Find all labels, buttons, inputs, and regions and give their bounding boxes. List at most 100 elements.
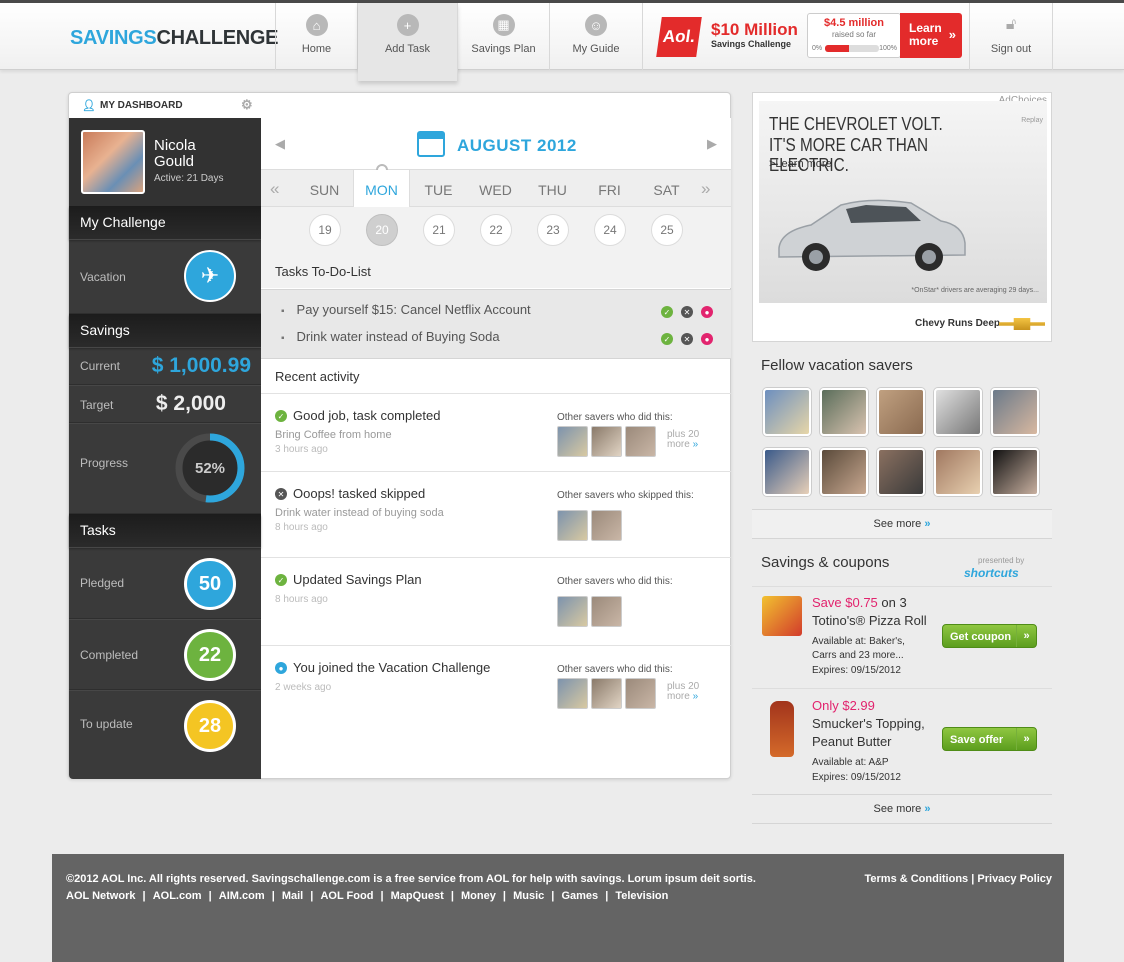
date-cell[interactable]: 20 xyxy=(366,214,398,246)
raised-meter: $4.5 million raised so far 0% 100% xyxy=(807,13,901,58)
coupon-name: Totino's® Pizza Roll xyxy=(812,613,927,628)
coupon-expires: Expires: 09/15/2012 xyxy=(812,772,901,783)
saver-thumb[interactable] xyxy=(591,426,622,457)
footer-link[interactable]: Games xyxy=(561,890,598,902)
nav-add-task[interactable]: + Add Task xyxy=(358,3,458,81)
activity-item[interactable]: ● You joined the Vacation Challenge 2 we… xyxy=(261,645,731,725)
privacy-link[interactable]: Privacy Policy xyxy=(977,873,1052,885)
saver-avatar[interactable] xyxy=(763,388,811,436)
footer-link[interactable]: Television xyxy=(615,890,668,902)
saver-thumb[interactable] xyxy=(591,510,622,541)
saver-avatar[interactable] xyxy=(820,448,868,496)
to-update-count: 28 xyxy=(184,700,236,752)
saver-thumb[interactable] xyxy=(591,596,622,627)
bell-icon[interactable]: ● xyxy=(701,306,713,318)
footer-separator: | xyxy=(205,890,215,902)
logo[interactable]: SAVINGSCHALLENGE xyxy=(70,27,278,50)
activity-item[interactable]: ✕ Ooops! tasked skipped Drink water inst… xyxy=(261,471,731,557)
footer-link[interactable]: MapQuest xyxy=(391,890,444,902)
saver-thumb[interactable] xyxy=(557,426,588,457)
next-month-icon[interactable]: ▶ xyxy=(707,136,717,152)
check-icon[interactable]: ✓ xyxy=(661,333,673,345)
ad-replay[interactable]: Replay xyxy=(1021,117,1043,124)
date-cell[interactable]: 24 xyxy=(594,214,626,246)
activity-item[interactable]: ✓ Good job, task completed Bring Coffee … xyxy=(261,393,731,471)
footer-separator: | xyxy=(268,890,278,902)
date-cell[interactable]: 22 xyxy=(480,214,512,246)
saver-avatar[interactable] xyxy=(820,388,868,436)
footer-link[interactable]: Mail xyxy=(282,890,303,902)
coupons-see-more[interactable]: See more » xyxy=(752,794,1052,824)
todo-item[interactable]: Drink water instead of Buying Soda xyxy=(281,329,500,344)
nav-home[interactable]: ⌂ Home xyxy=(276,3,358,70)
avatar[interactable] xyxy=(81,130,145,194)
logo-savings: SAVINGS xyxy=(70,27,157,49)
globe-icon: ● xyxy=(275,662,287,674)
footer-separator: | xyxy=(377,890,387,902)
date-cell[interactable]: 21 xyxy=(423,214,455,246)
footer-link[interactable]: Music xyxy=(513,890,544,902)
gear-icon[interactable]: ⚙ xyxy=(241,97,253,113)
activity-item[interactable]: ✓ Updated Savings Plan 8 hours ago Other… xyxy=(261,557,731,645)
saver-thumb[interactable] xyxy=(625,678,656,709)
date-cell[interactable]: 19 xyxy=(309,214,341,246)
nav-savings-plan[interactable]: ▦ Savings Plan xyxy=(458,3,550,70)
saver-avatar[interactable] xyxy=(934,448,982,496)
saver-avatar[interactable] xyxy=(877,388,925,436)
saver-thumb[interactable] xyxy=(557,510,588,541)
footer-link[interactable]: Money xyxy=(461,890,496,902)
saver-avatar[interactable] xyxy=(763,448,811,496)
completed-row[interactable]: Completed 22 xyxy=(69,619,261,690)
pledged-row[interactable]: Pledged 50 xyxy=(69,547,261,619)
ad-learn-more[interactable]: >Learn more xyxy=(769,158,832,170)
weekday-tue[interactable]: TUE xyxy=(410,170,467,207)
prev-week-icon[interactable]: « xyxy=(270,179,279,199)
footer-link[interactable]: AOL Network xyxy=(66,890,135,902)
weekday-sun[interactable]: SUN xyxy=(296,170,353,207)
ad-banner[interactable]: AdChoices THE CHEVROLET VOLT. IT'S MORE … xyxy=(752,92,1052,342)
prev-month-icon[interactable]: ◀ xyxy=(275,136,285,152)
check-icon[interactable]: ✓ xyxy=(661,306,673,318)
plus-more[interactable]: plus 20 more » xyxy=(667,682,699,702)
todo-item[interactable]: Pay yourself $15: Cancel Netflix Account xyxy=(281,302,531,317)
weekday-sat[interactable]: SAT xyxy=(638,170,695,207)
weekday-mon[interactable]: MON xyxy=(353,170,410,208)
more-label: more xyxy=(667,691,690,702)
date-cell[interactable]: 23 xyxy=(537,214,569,246)
weekday-fri[interactable]: FRI xyxy=(581,170,638,207)
footer-link[interactable]: AOL Food xyxy=(320,890,373,902)
plus-more[interactable]: plus 20 more » xyxy=(667,430,699,450)
progress-row: Progress 52% xyxy=(69,423,261,514)
weekday-wed[interactable]: WED xyxy=(467,170,524,207)
saver-thumb[interactable] xyxy=(625,426,656,457)
fellow-see-more[interactable]: See more » xyxy=(752,509,1052,539)
nav-add-task-label: Add Task xyxy=(384,43,431,55)
footer-link[interactable]: AOL.com xyxy=(153,890,202,902)
saver-thumb[interactable] xyxy=(591,678,622,709)
next-week-icon[interactable]: » xyxy=(701,179,710,199)
date-cell[interactable]: 25 xyxy=(651,214,683,246)
calendar-icon xyxy=(417,131,445,157)
saver-avatar[interactable] xyxy=(934,388,982,436)
saver-avatar[interactable] xyxy=(991,448,1039,496)
dashboard-tab[interactable]: 👤︎ MY DASHBOARD ⚙ xyxy=(69,93,261,118)
challenge-row[interactable]: Vacation ✈ xyxy=(69,239,261,314)
saver-thumb[interactable] xyxy=(557,596,588,627)
nav-sign-out[interactable]: 🔓︎ Sign out xyxy=(970,3,1053,70)
learn-more-button[interactable]: Learn more » xyxy=(900,13,962,58)
saver-avatar[interactable] xyxy=(991,388,1039,436)
nav-my-guide[interactable]: ☺ My Guide xyxy=(550,3,643,70)
close-icon[interactable]: ✕ xyxy=(681,333,693,345)
close-icon[interactable]: ✕ xyxy=(681,306,693,318)
to-update-row[interactable]: To update 28 xyxy=(69,690,261,779)
presented-by: presented by xyxy=(978,556,1025,565)
get-coupon-button[interactable]: Get coupon » xyxy=(942,624,1037,648)
bell-icon[interactable]: ● xyxy=(701,333,713,345)
terms-link[interactable]: Terms & Conditions xyxy=(864,873,968,885)
save-offer-button[interactable]: Save offer » xyxy=(942,727,1037,751)
weekday-thu[interactable]: THU xyxy=(524,170,581,207)
chevron-right-icon: » xyxy=(924,803,931,815)
saver-thumb[interactable] xyxy=(557,678,588,709)
saver-avatar[interactable] xyxy=(877,448,925,496)
footer-link[interactable]: AIM.com xyxy=(219,890,265,902)
